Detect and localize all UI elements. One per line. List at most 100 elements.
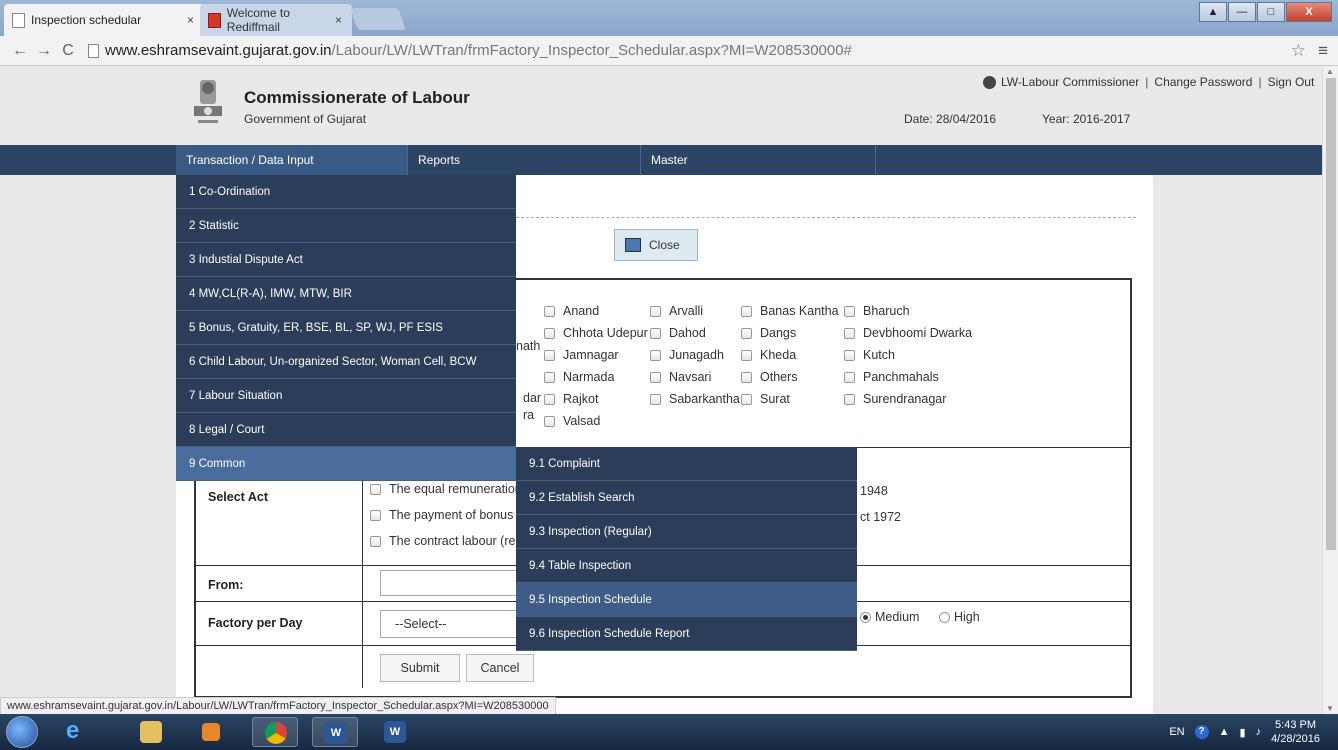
checkbox-icon[interactable] xyxy=(741,305,752,317)
district-checkbox[interactable]: Navsari xyxy=(650,370,711,384)
checkbox-icon[interactable] xyxy=(844,305,855,317)
checkbox-icon[interactable] xyxy=(650,393,661,405)
checkbox-icon[interactable] xyxy=(544,371,555,383)
district-checkbox[interactable]: Banas Kantha xyxy=(741,304,839,318)
checkbox-icon[interactable] xyxy=(844,327,855,339)
taskbar-media-player[interactable] xyxy=(188,717,234,747)
radio-icon[interactable] xyxy=(939,611,950,623)
help-icon[interactable]: ? xyxy=(1194,725,1209,739)
checkbox-icon[interactable] xyxy=(544,393,555,405)
back-icon[interactable]: ← xyxy=(8,42,32,60)
priority-radio-medium[interactable]: Medium xyxy=(860,610,919,624)
network-icon[interactable]: ▮ xyxy=(1240,726,1246,739)
taskbar-ie[interactable]: e xyxy=(52,717,98,747)
district-checkbox[interactable]: Devbhoomi Dwarka xyxy=(844,326,972,340)
close-window-button[interactable]: X xyxy=(1286,2,1332,22)
change-password-link[interactable]: Change Password xyxy=(1154,75,1252,89)
act-checkbox[interactable]: The contract labour (re xyxy=(370,534,515,548)
menu-item-statistic[interactable]: 2 Statistic xyxy=(176,209,516,243)
show-hidden-icons-icon[interactable]: ▲ xyxy=(1219,726,1230,738)
tab-rediffmail[interactable]: Welcome to Rediffmail × xyxy=(200,4,352,36)
checkbox-icon[interactable] xyxy=(650,371,661,383)
checkbox-icon[interactable] xyxy=(741,371,752,383)
menu-item-common[interactable]: 9 Common xyxy=(176,447,516,481)
district-checkbox[interactable]: Arvalli xyxy=(650,304,703,318)
scroll-down-icon[interactable]: ▼ xyxy=(1326,704,1334,713)
menu-item-industrial-dispute[interactable]: 3 Industial Dispute Act xyxy=(176,243,516,277)
checkbox-icon[interactable] xyxy=(650,349,661,361)
submit-button[interactable]: Submit xyxy=(380,654,460,682)
language-indicator[interactable]: EN xyxy=(1169,726,1184,738)
checkbox-icon[interactable] xyxy=(741,327,752,339)
district-checkbox[interactable]: Anand xyxy=(544,304,599,318)
district-checkbox[interactable]: Sabarkantha xyxy=(650,392,740,406)
url-field[interactable]: www.eshramsevaint.gujarat.gov.in/Labour/… xyxy=(88,42,852,59)
taskbar-chrome[interactable] xyxy=(252,717,298,747)
menu-item-co-ordination[interactable]: 1 Co-Ordination xyxy=(176,175,516,209)
maximize-button[interactable]: □ xyxy=(1257,2,1285,22)
district-checkbox[interactable]: Surat xyxy=(741,392,790,406)
act-checkbox[interactable]: The payment of bonus xyxy=(370,508,513,522)
checkbox-icon[interactable] xyxy=(370,483,381,495)
checkbox-icon[interactable] xyxy=(844,371,855,383)
sign-out-link[interactable]: Sign Out xyxy=(1268,75,1315,89)
district-checkbox[interactable]: Valsad xyxy=(544,414,600,428)
checkbox-icon[interactable] xyxy=(370,535,381,547)
tab-inspection-schedular[interactable]: Inspection schedular × xyxy=(4,4,204,36)
checkbox-icon[interactable] xyxy=(544,349,555,361)
tab-close-icon[interactable]: × xyxy=(187,13,194,27)
district-checkbox[interactable]: Narmada xyxy=(544,370,614,384)
checkbox-icon[interactable] xyxy=(844,349,855,361)
menu-item-mw-cl[interactable]: 4 MW,CL(R-A), IMW, MTW, BIR xyxy=(176,277,516,311)
district-checkbox[interactable]: Rajkot xyxy=(544,392,598,406)
browser-menu-icon[interactable]: ≡ xyxy=(1318,41,1328,61)
district-checkbox[interactable]: Dangs xyxy=(741,326,796,340)
reload-icon[interactable]: C xyxy=(56,42,80,60)
menu-item-bonus-gratuity[interactable]: 5 Bonus, Gratuity, ER, BSE, BL, SP, WJ, … xyxy=(176,311,516,345)
checkbox-icon[interactable] xyxy=(370,509,381,521)
new-tab-button[interactable] xyxy=(349,8,407,30)
minimize-button[interactable]: — xyxy=(1228,2,1256,22)
district-checkbox[interactable]: Others xyxy=(741,370,798,384)
volume-icon[interactable]: ♪ xyxy=(1256,726,1262,738)
taskbar-word[interactable]: W xyxy=(312,717,358,747)
submenu-item-inspection-schedule[interactable]: 9.5 Inspection Schedule xyxy=(516,583,857,617)
menu-item-legal-court[interactable]: 8 Legal / Court xyxy=(176,413,516,447)
submenu-item-table-inspection[interactable]: 9.4 Table Inspection xyxy=(516,549,857,583)
radio-icon[interactable] xyxy=(860,611,871,623)
priority-radio-high[interactable]: High xyxy=(939,610,980,624)
submenu-item-inspection-schedule-report[interactable]: 9.6 Inspection Schedule Report xyxy=(516,617,857,651)
checkbox-icon[interactable] xyxy=(741,393,752,405)
district-checkbox[interactable]: Dahod xyxy=(650,326,706,340)
page-scrollbar[interactable]: ▲ ▼ xyxy=(1322,66,1338,714)
cancel-button[interactable]: Cancel xyxy=(466,654,534,682)
scroll-up-icon[interactable]: ▲ xyxy=(1326,67,1334,76)
checkbox-icon[interactable] xyxy=(741,349,752,361)
menu-item-labour-situation[interactable]: 7 Labour Situation xyxy=(176,379,516,413)
start-button[interactable] xyxy=(6,716,38,748)
close-button[interactable]: Close xyxy=(614,229,698,261)
submenu-item-complaint[interactable]: 9.1 Complaint xyxy=(516,447,857,481)
district-checkbox[interactable]: Kheda xyxy=(741,348,796,362)
district-checkbox[interactable]: Bharuch xyxy=(844,304,910,318)
nav-reports[interactable]: Reports xyxy=(408,145,641,175)
scroll-thumb[interactable] xyxy=(1326,78,1336,550)
district-checkbox[interactable]: Surendranagar xyxy=(844,392,946,406)
nav-master[interactable]: Master xyxy=(641,145,876,175)
taskbar-word-2[interactable]: W xyxy=(372,717,418,747)
district-checkbox[interactable]: Kutch xyxy=(844,348,895,362)
checkbox-icon[interactable] xyxy=(844,393,855,405)
submenu-item-inspection-regular[interactable]: 9.3 Inspection (Regular) xyxy=(516,515,857,549)
checkbox-icon[interactable] xyxy=(544,327,555,339)
menu-item-child-labour[interactable]: 6 Child Labour, Un-organized Sector, Wom… xyxy=(176,345,516,379)
bookmark-star-icon[interactable]: ☆ xyxy=(1291,41,1306,61)
taskbar-explorer[interactable] xyxy=(128,717,174,747)
district-checkbox[interactable]: Panchmahals xyxy=(844,370,939,384)
district-checkbox[interactable]: Chhota Udepur xyxy=(544,326,648,340)
checkbox-icon[interactable] xyxy=(650,305,661,317)
checkbox-icon[interactable] xyxy=(544,415,555,427)
forward-icon[interactable]: → xyxy=(32,42,56,60)
tab-close-icon[interactable]: × xyxy=(335,13,342,27)
act-checkbox[interactable]: The equal remuneratior xyxy=(370,482,519,496)
checkbox-icon[interactable] xyxy=(544,305,555,317)
